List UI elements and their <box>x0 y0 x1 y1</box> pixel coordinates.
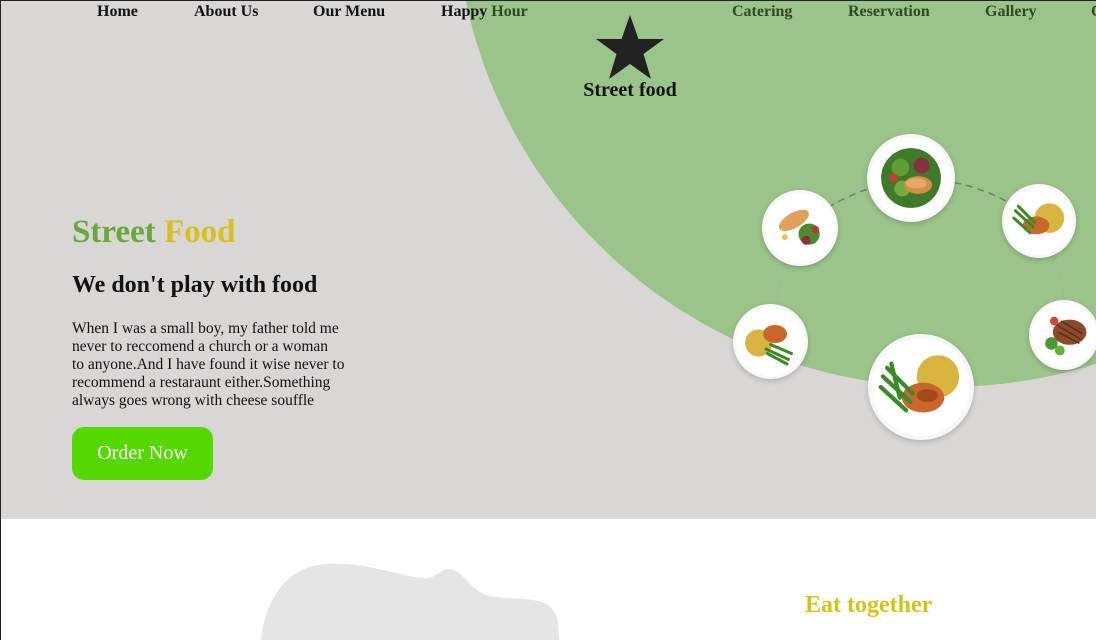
brand-title: Street Food <box>72 214 235 251</box>
food-plate-salmon-salad[interactable] <box>867 134 955 222</box>
nav-reservation[interactable]: Reservation <box>848 3 930 21</box>
nav-about-us[interactable]: About Us <box>194 3 258 21</box>
description-line: always goes wrong with cheese souffle <box>72 392 315 409</box>
star-icon <box>596 15 664 79</box>
page-border <box>0 519 1 640</box>
nav-home[interactable]: Home <box>97 3 138 21</box>
logo-text: Street food <box>583 79 677 101</box>
chicken-beans-icon <box>736 307 805 376</box>
nav-contact-cut[interactable]: C <box>1091 3 1096 21</box>
nav-happy-hour-label: Happy <box>441 3 488 20</box>
site-logo[interactable]: Street food <box>583 13 677 102</box>
hero-tagline: We don't play with food <box>72 272 318 298</box>
food-plate-chicken-beans-small[interactable] <box>733 304 808 379</box>
order-now-button[interactable]: Order Now <box>72 427 213 480</box>
steak-icon <box>1031 302 1096 368</box>
food-plate-sliced-fish[interactable] <box>762 190 838 266</box>
decorative-blob <box>260 563 560 640</box>
nav-catering[interactable]: Catering <box>732 3 792 21</box>
main-nav: Home About Us Our Menu Happy Hour Cateri… <box>1 1 1096 25</box>
food-plate-chicken-beans-large[interactable] <box>868 334 974 440</box>
chicken-beans-rice-icon <box>872 338 970 436</box>
description-line: When I was a small boy, my father told m… <box>72 320 339 337</box>
nav-gallery[interactable]: Gallery <box>985 3 1037 21</box>
hero-section: Home About Us Our Menu Happy Hour Cateri… <box>0 0 1096 519</box>
section-title-eat-together: Eat together <box>805 592 933 618</box>
chicken-rice-icon <box>1004 186 1074 256</box>
brand-word-street: Street <box>72 214 156 250</box>
brand-word-food: Food <box>163 214 236 250</box>
food-plate-steak[interactable] <box>1029 300 1096 370</box>
sliced-fish-icon <box>765 193 835 263</box>
nav-happy-hour-label-tail: Hour <box>487 3 528 20</box>
nav-our-menu[interactable]: Our Menu <box>313 3 385 21</box>
description-line: recommend a restaraunt either.Something <box>72 374 331 391</box>
salmon-salad-icon <box>870 137 952 219</box>
food-plate-chicken-rice[interactable] <box>1002 184 1076 258</box>
description-line: to anyone.And I have found it wise never… <box>72 356 345 373</box>
description-line: never to reccomend a church or a woman <box>72 338 329 355</box>
nav-happy-hour[interactable]: Happy Hour <box>441 3 528 21</box>
hero-description: When I was a small boy, my father told m… <box>72 320 372 410</box>
